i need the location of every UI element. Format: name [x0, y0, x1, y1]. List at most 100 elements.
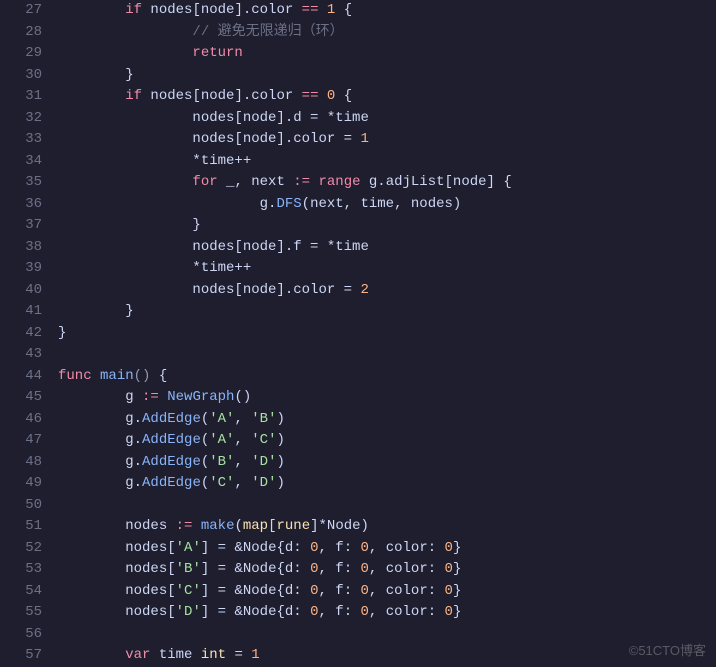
code-token: AddEdge	[142, 411, 201, 427]
code-token: )	[277, 411, 285, 427]
code-token: (next, time, nodes)	[302, 196, 462, 212]
line-number: 51	[0, 516, 42, 538]
line-number: 36	[0, 194, 42, 216]
code-token: }	[453, 561, 461, 577]
code-line[interactable]: nodes['C'] = &Node{d: 0, f: 0, color: 0}	[58, 581, 716, 603]
code-line[interactable]: // 避免无限递归（环）	[58, 22, 716, 44]
code-line[interactable]: }	[58, 301, 716, 323]
code-token: (	[201, 411, 209, 427]
code-token	[192, 518, 200, 534]
code-token: nodes	[125, 518, 175, 534]
code-editor[interactable]: 2728293031323334353637383940414243444546…	[0, 0, 716, 667]
code-token: =	[226, 647, 251, 663]
code-token: map	[243, 518, 268, 534]
line-number: 55	[0, 602, 42, 624]
code-line[interactable]: }	[58, 215, 716, 237]
line-number: 37	[0, 215, 42, 237]
code-line[interactable]: nodes[node].d = *time	[58, 108, 716, 130]
code-token: int	[201, 647, 226, 663]
code-token: )	[277, 454, 285, 470]
code-token: ,	[234, 411, 251, 427]
code-token: g.	[125, 475, 142, 491]
line-number: 34	[0, 151, 42, 173]
code-token: 0	[361, 583, 369, 599]
code-token: nodes[	[125, 540, 175, 556]
code-line[interactable]: g.AddEdge('A', 'C')	[58, 430, 716, 452]
code-line[interactable]: *time++	[58, 151, 716, 173]
line-number: 47	[0, 430, 42, 452]
code-line[interactable]: var time int = 1	[58, 645, 716, 667]
code-token: range	[318, 174, 360, 190]
code-line[interactable]: }	[58, 323, 716, 345]
code-token: (	[234, 518, 242, 534]
code-token: g.	[125, 432, 142, 448]
code-line[interactable]	[58, 344, 716, 366]
code-line[interactable]: g.AddEdge('B', 'D')	[58, 452, 716, 474]
code-token: 'A'	[209, 411, 234, 427]
code-token: }	[453, 604, 461, 620]
code-line[interactable]: nodes['A'] = &Node{d: 0, f: 0, color: 0}	[58, 538, 716, 560]
code-token: , f:	[318, 540, 360, 556]
code-token: nodes[	[125, 583, 175, 599]
line-number: 45	[0, 387, 42, 409]
code-token: 0	[361, 561, 369, 577]
code-token: g.adjList[node] {	[361, 174, 512, 190]
code-line[interactable]: nodes['D'] = &Node{d: 0, f: 0, color: 0}	[58, 602, 716, 624]
code-token: *time++	[192, 260, 251, 276]
code-token: , f:	[318, 561, 360, 577]
code-line[interactable]: return	[58, 43, 716, 65]
line-number: 57	[0, 645, 42, 667]
code-token: ] = &Node{d:	[201, 540, 310, 556]
line-number: 28	[0, 22, 42, 44]
code-line[interactable]: *time++	[58, 258, 716, 280]
code-line[interactable]: g.AddEdge('C', 'D')	[58, 473, 716, 495]
line-number: 48	[0, 452, 42, 474]
code-line[interactable]: nodes := make(map[rune]*Node)	[58, 516, 716, 538]
code-line[interactable]: if nodes[node].color == 1 {	[58, 0, 716, 22]
code-token: _, next	[218, 174, 294, 190]
code-token: 'C'	[209, 475, 234, 491]
code-token: DFS	[276, 196, 301, 212]
code-line[interactable]: nodes['B'] = &Node{d: 0, f: 0, color: 0}	[58, 559, 716, 581]
line-number: 56	[0, 624, 42, 646]
line-number: 44	[0, 366, 42, 388]
code-token: 'A'	[209, 432, 234, 448]
code-line[interactable]: g := NewGraph()	[58, 387, 716, 409]
code-line[interactable]	[58, 624, 716, 646]
code-token: NewGraph	[167, 389, 234, 405]
code-token: nodes[	[125, 604, 175, 620]
code-line[interactable]	[58, 495, 716, 517]
line-number: 52	[0, 538, 42, 560]
code-token: }	[58, 325, 66, 341]
code-token: }	[453, 540, 461, 556]
code-token: g.	[125, 411, 142, 427]
code-line[interactable]: nodes[node].color = 2	[58, 280, 716, 302]
code-token: ==	[302, 88, 319, 104]
code-token: return	[192, 45, 242, 61]
code-token: *time++	[192, 153, 251, 169]
code-token	[159, 389, 167, 405]
code-line[interactable]: nodes[node].f = *time	[58, 237, 716, 259]
code-token: 0	[361, 540, 369, 556]
code-token: AddEdge	[142, 454, 201, 470]
code-token: {	[335, 88, 352, 104]
code-token: if	[125, 2, 142, 18]
code-token: , color:	[369, 561, 445, 577]
code-token: AddEdge	[142, 475, 201, 491]
code-line[interactable]: if nodes[node].color == 0 {	[58, 86, 716, 108]
code-line[interactable]: }	[58, 65, 716, 87]
code-token: ] = &Node{d:	[201, 604, 310, 620]
code-content[interactable]: if nodes[node].color == 1 { // 避免无限递归（环）…	[58, 0, 716, 667]
code-token: ] = &Node{d:	[201, 583, 310, 599]
code-token: nodes[node].color	[142, 2, 302, 18]
line-number: 39	[0, 258, 42, 280]
code-token	[318, 88, 326, 104]
code-token: rune	[277, 518, 311, 534]
code-line[interactable]: for _, next := range g.adjList[node] {	[58, 172, 716, 194]
code-token: nodes[node].f = *time	[192, 239, 368, 255]
code-line[interactable]: g.DFS(next, time, nodes)	[58, 194, 716, 216]
code-line[interactable]: func main() {	[58, 366, 716, 388]
code-token: ,	[234, 432, 251, 448]
code-line[interactable]: g.AddEdge('A', 'B')	[58, 409, 716, 431]
code-line[interactable]: nodes[node].color = 1	[58, 129, 716, 151]
